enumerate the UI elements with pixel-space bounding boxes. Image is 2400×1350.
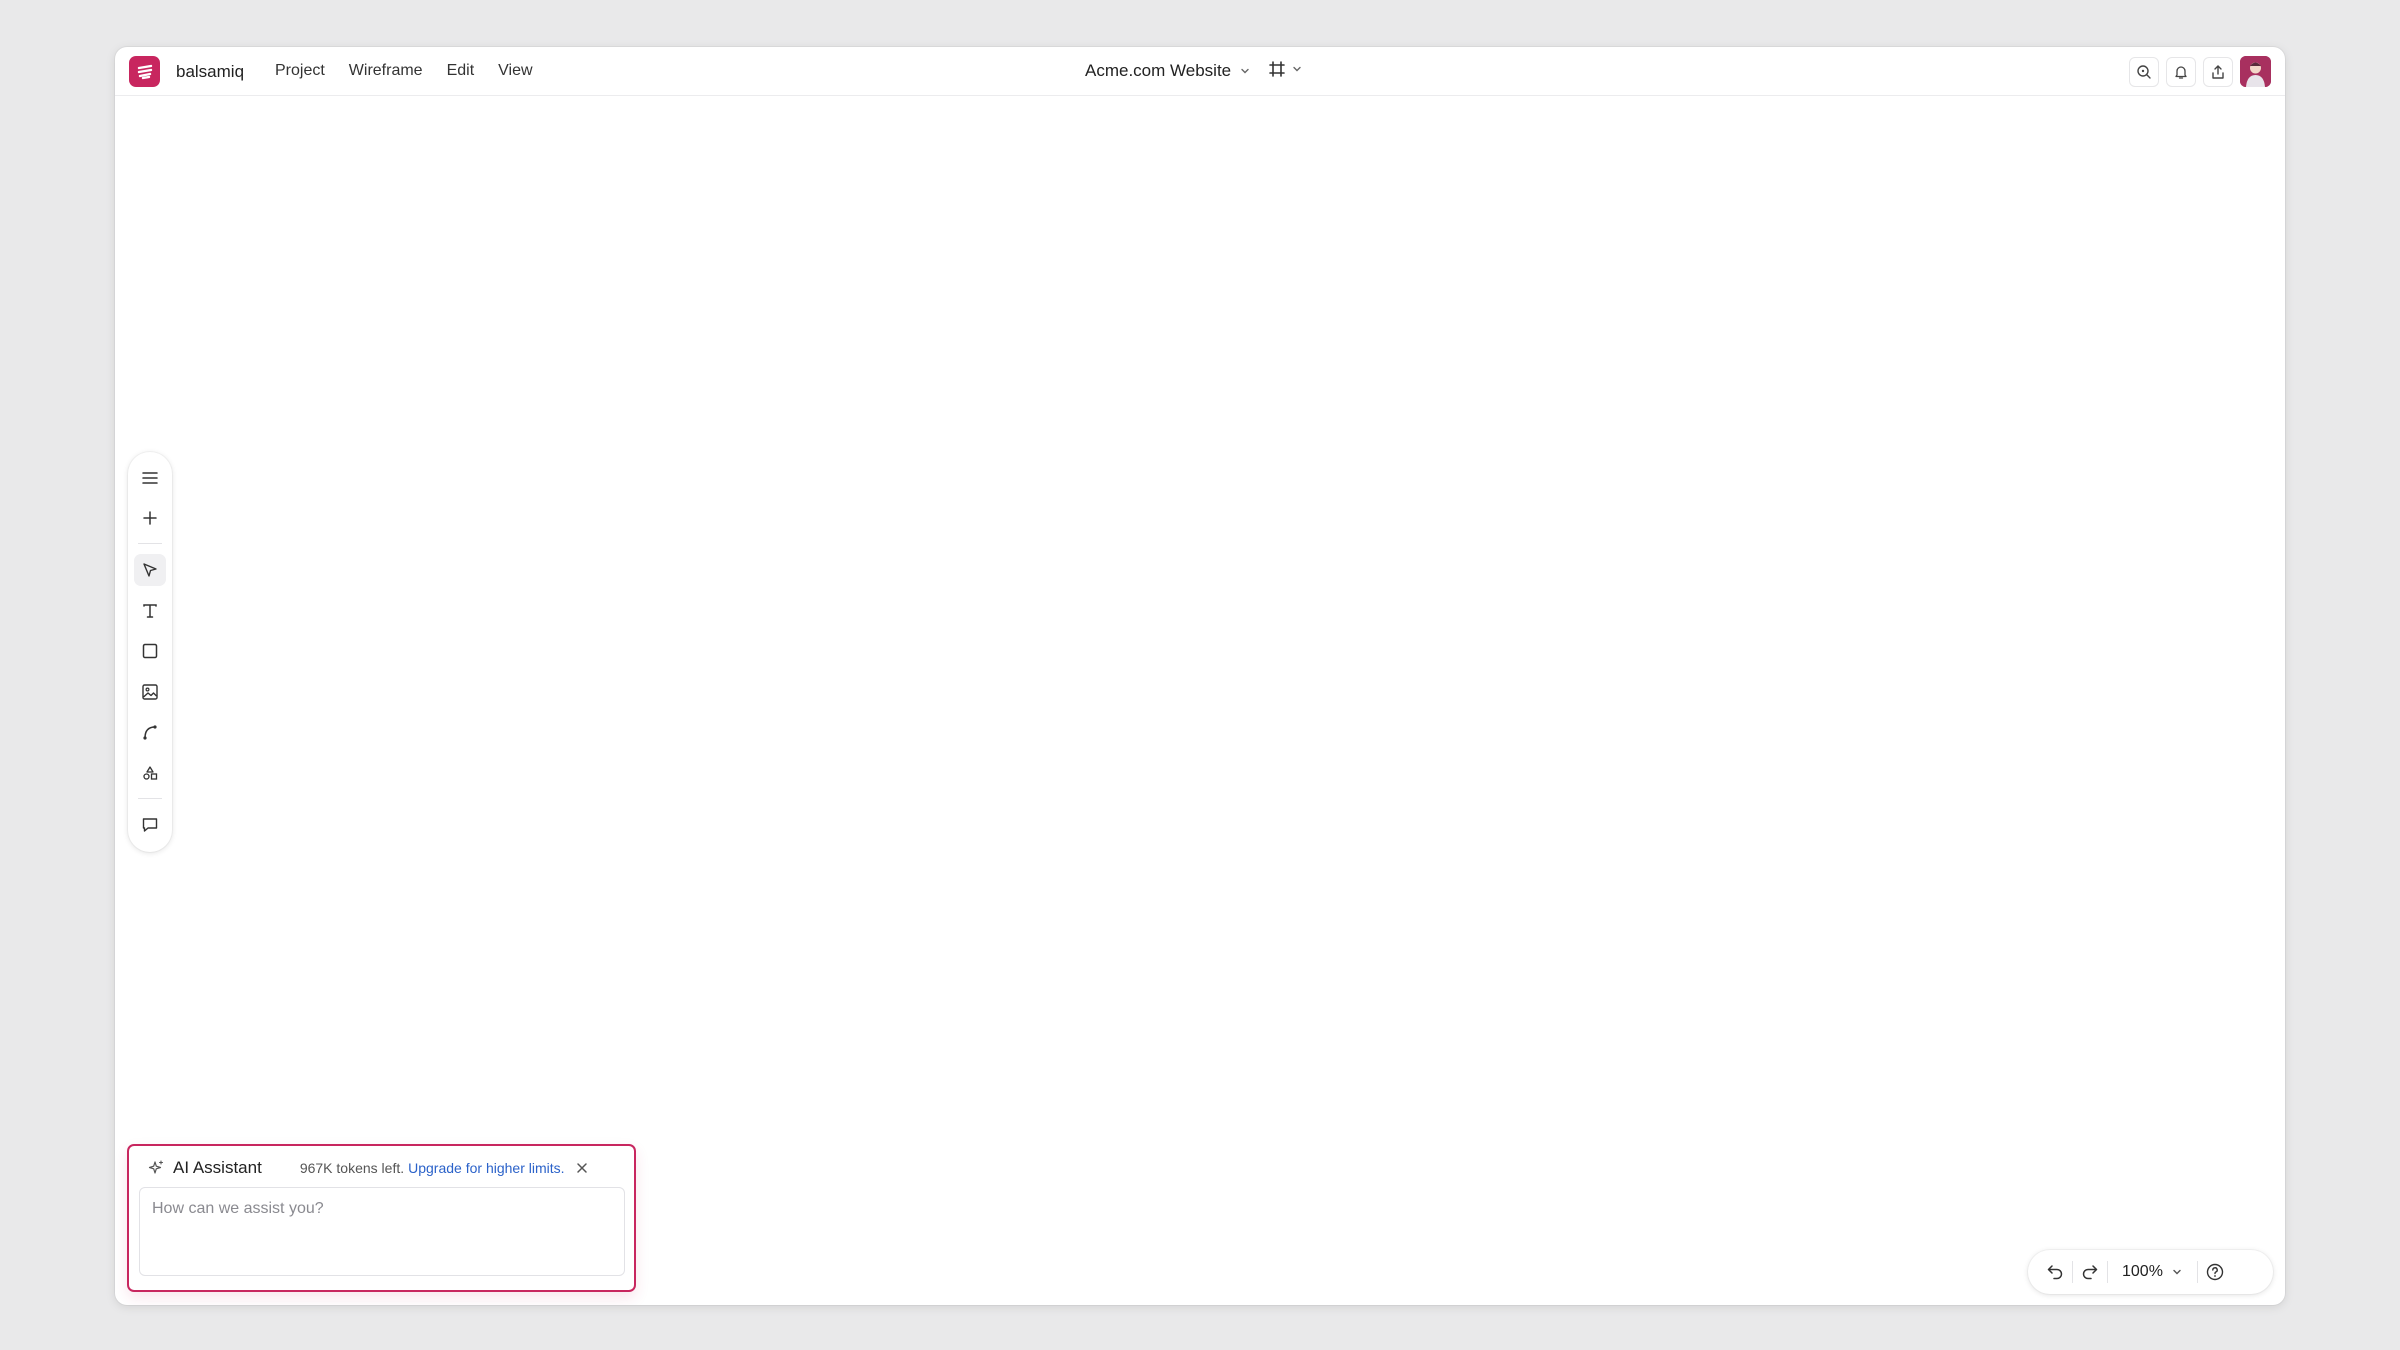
- undo-icon: [2047, 1265, 2063, 1280]
- comment-icon: [142, 818, 158, 832]
- tool-comment[interactable]: [134, 809, 166, 841]
- text-icon: [143, 604, 157, 618]
- ai-prompt-input[interactable]: [139, 1187, 625, 1276]
- tool-connector[interactable]: [134, 716, 166, 748]
- help-button[interactable]: [2198, 1255, 2232, 1289]
- tokens-remaining: 967K tokens left.: [299, 1160, 405, 1176]
- toolbar-divider: [138, 798, 162, 799]
- balsamiq-logo[interactable]: [129, 56, 160, 87]
- avatar[interactable]: [2240, 56, 2271, 87]
- shapes-icon: [143, 766, 158, 780]
- undo-button[interactable]: [2038, 1255, 2072, 1289]
- search-button[interactable]: [2129, 56, 2159, 87]
- share-icon: [2212, 64, 2224, 79]
- redo-button[interactable]: [2073, 1255, 2107, 1289]
- canvas-controls: 100%: [2028, 1250, 2273, 1294]
- frame-tool-dropdown[interactable]: [1268, 60, 1303, 78]
- tool-rectangle[interactable]: [134, 635, 166, 667]
- user-avatar-icon: [2240, 56, 2271, 87]
- menu-wireframe[interactable]: Wireframe: [337, 62, 435, 80]
- ai-assistant-panel: AI Assistant 967K tokens left. Upgrade f…: [127, 1144, 636, 1292]
- app-name: balsamiq: [176, 62, 245, 81]
- left-toolbar: [128, 452, 172, 852]
- tool-image[interactable]: [134, 676, 166, 708]
- toolbar-divider: [138, 543, 162, 544]
- sparkle-icon: [148, 1160, 164, 1174]
- share-button[interactable]: [2203, 56, 2233, 87]
- tool-select[interactable]: [134, 554, 166, 586]
- notifications-button[interactable]: [2166, 56, 2196, 87]
- top-right-actions: [2129, 56, 2271, 87]
- chevron-down-icon: [1241, 68, 1249, 74]
- ai-close-button[interactable]: [575, 1161, 589, 1175]
- menu-view[interactable]: View: [486, 62, 544, 80]
- connector-icon: [143, 725, 157, 740]
- chevron-down-icon: [1293, 66, 1301, 72]
- rectangle-icon: [142, 643, 158, 659]
- frame-icon: [1269, 61, 1285, 77]
- pointer-icon: [143, 563, 157, 577]
- tool-shapes[interactable]: [134, 757, 166, 789]
- redo-icon: [2082, 1265, 2098, 1280]
- image-icon: [142, 684, 158, 700]
- close-icon: [576, 1163, 587, 1173]
- help-icon: [2206, 1263, 2224, 1281]
- bell-icon: [2175, 65, 2187, 79]
- tool-menu[interactable]: [134, 462, 166, 494]
- upgrade-link[interactable]: Upgrade for higher limits.: [408, 1160, 564, 1176]
- ai-assistant-title: AI Assistant: [173, 1158, 262, 1177]
- main-menu: Project Wireframe Edit View: [263, 62, 545, 80]
- document-title: Acme.com Website: [1085, 61, 1232, 80]
- zoom-level: 100%: [2122, 1263, 2163, 1280]
- top-bar: balsamiq Project Wireframe Edit View Acm…: [115, 47, 2285, 96]
- tool-text[interactable]: [134, 595, 166, 627]
- search-icon: [2137, 64, 2151, 79]
- menu-icon: [142, 472, 158, 484]
- app-window: balsamiq Project Wireframe Edit View Acm…: [115, 47, 2285, 1305]
- menu-edit[interactable]: Edit: [435, 62, 487, 80]
- chevron-down-icon: [2173, 1269, 2181, 1275]
- ai-assistant-header: AI Assistant 967K tokens left. Upgrade f…: [147, 1158, 622, 1178]
- menu-project[interactable]: Project: [263, 62, 337, 80]
- document-title-dropdown[interactable]: Acme.com Website: [1085, 61, 1251, 81]
- logo-icon: [137, 64, 152, 79]
- zoom-dropdown[interactable]: 100%: [2108, 1263, 2197, 1281]
- plus-icon: [143, 511, 157, 525]
- tool-add[interactable]: [134, 502, 166, 534]
